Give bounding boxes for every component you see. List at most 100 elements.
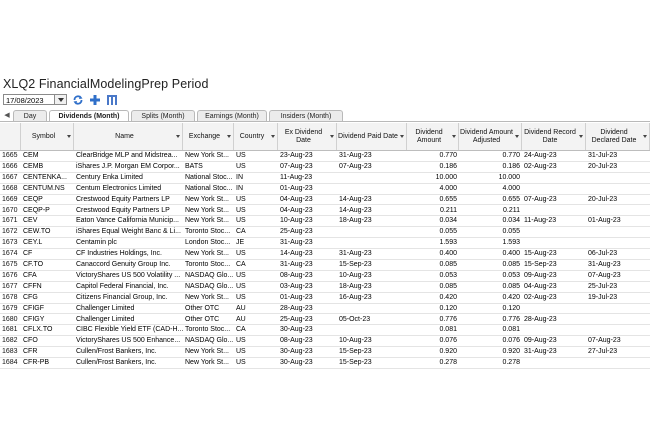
- filter-dropdown-icon[interactable]: [400, 135, 404, 138]
- column-header-exchange[interactable]: Exchange: [183, 123, 234, 150]
- cell-dividend-record-date: [522, 227, 586, 237]
- cell-row-number: 1683: [2, 348, 18, 356]
- cell-ex-dividend-date: 31-Aug-23: [280, 239, 313, 247]
- filter-dropdown-icon[interactable]: [452, 135, 456, 138]
- cell-dividend-amount: 0.053: [439, 271, 457, 279]
- table-row[interactable]: 1672 CEW.TO iShares Equal Weight Banc & Li…: [0, 227, 650, 239]
- column-header-symbol[interactable]: Symbol: [21, 123, 74, 150]
- cell-exchange: New York St...: [185, 359, 229, 367]
- refresh-icon[interactable]: [72, 94, 84, 106]
- table-row[interactable]: 1684 CFR-PB Cullen/Frost Bankers, Inc. New …: [0, 358, 650, 369]
- date-input[interactable]: 17/08/2023: [3, 94, 55, 105]
- tab-earnings-month[interactable]: Earnings (Month): [197, 110, 267, 121]
- cell-dividend-declared-date: 27-Jul-23: [588, 348, 618, 356]
- column-header-dividend-amount-adjusted[interactable]: Dividend Amount Adjusted: [459, 123, 522, 150]
- table-row[interactable]: 1678 CFG Citizens Financial Group, Inc. New…: [0, 293, 650, 304]
- cell-row-number: 1684: [2, 359, 18, 367]
- calendar-dropdown-icon[interactable]: [55, 94, 67, 105]
- cell-symbol: CFFN: [23, 282, 42, 290]
- filter-dropdown-icon[interactable]: [227, 135, 231, 138]
- cell-ex-dividend-date: 01-Aug-23: [280, 184, 313, 192]
- column-header-dividend-amount[interactable]: Dividend Amount: [407, 123, 459, 150]
- cell-row-number: 1673: [2, 239, 18, 247]
- cell-dividend-declared-date: 31-Aug-23: [588, 261, 621, 268]
- table-row[interactable]: 1680 CFIGY Challenger Limited Other OTC AU 25…: [0, 315, 650, 326]
- cell-dividend-declared-date: 07-Aug-23: [588, 337, 621, 345]
- cell-dividend-amount-adjusted: 10.000: [498, 173, 520, 181]
- tab-insiders-month[interactable]: Insiders (Month): [269, 110, 343, 121]
- column-header-label: Country: [239, 132, 265, 140]
- cell-symbol: CF.TO: [23, 261, 44, 268]
- cell-dividend-paid-date: 31-Aug-23: [339, 250, 372, 258]
- filter-dropdown-icon[interactable]: [579, 135, 583, 138]
- table-row[interactable]: 1679 CFIGF Challenger Limited Other OTC AU 28…: [0, 304, 650, 315]
- cell-country: US: [236, 359, 246, 367]
- filter-dropdown-icon[interactable]: [271, 135, 275, 138]
- cell-dividend-declared-date: [586, 304, 650, 314]
- cell-country: IN: [236, 173, 243, 181]
- column-header-country[interactable]: Country: [234, 123, 278, 150]
- table-row[interactable]: 1683 CFR Cullen/Frost Bankers, Inc. New Yor…: [0, 347, 650, 359]
- cell-symbol: CENTUM.NS: [23, 184, 65, 192]
- cell-exchange: New York St...: [185, 206, 229, 214]
- cell-country: JE: [236, 239, 245, 247]
- cell-dividend-paid-date: 18-Aug-23: [339, 217, 372, 225]
- add-icon[interactable]: [89, 94, 101, 106]
- table-row[interactable]: 1676 CFA VictoryShares US 500 Volatility .…: [0, 271, 650, 282]
- filter-dropdown-icon[interactable]: [515, 135, 519, 138]
- cell-dividend-amount: 0.076: [439, 337, 457, 345]
- cell-dividend-paid-date: 05-Oct-23: [339, 315, 371, 323]
- table-row[interactable]: 1677 CFFN Capitol Federal Financial, Inc. N…: [0, 282, 650, 293]
- cell-row-number: 1677: [2, 282, 18, 290]
- table-row[interactable]: 1667 CENTENKA... Century Enka Limited Natio…: [0, 173, 650, 184]
- tab-day[interactable]: Day: [13, 110, 47, 121]
- table-row[interactable]: 1670 CEQP-P Crestwood Equity Partners LP Ne…: [0, 206, 650, 217]
- table-row[interactable]: 1681 CFLX.TO CIBC Flexible Yield ETF (CAD-…: [0, 325, 650, 337]
- table-row[interactable]: 1675 CF.TO Canaccord Genuity Group Inc. Tor…: [0, 260, 650, 271]
- cell-name: Century Enka Limited: [76, 173, 143, 181]
- column-header-row-number[interactable]: [0, 123, 21, 150]
- cell-symbol: CEY.L: [23, 239, 43, 247]
- column-header-name[interactable]: Name: [74, 123, 183, 150]
- cell-symbol: CFO: [23, 337, 38, 345]
- cell-dividend-amount-adjusted: 0.085: [502, 282, 520, 290]
- table-row[interactable]: 1671 CEV Eaton Vance California Municip...…: [0, 216, 650, 228]
- cell-dividend-declared-date: 06-Jul-23: [588, 250, 618, 258]
- cell-dividend-amount-adjusted: 0.085: [502, 261, 520, 268]
- cell-dividend-amount: 0.085: [439, 261, 457, 268]
- table-row[interactable]: 1666 CEMB iShares J.P. Morgan EM Corpor...…: [0, 162, 650, 173]
- grid-header: Symbol Name Exchange Country Ex Dividend Dat…: [0, 123, 650, 151]
- cell-dividend-paid-date: 14-Aug-23: [339, 206, 372, 214]
- cell-dividend-declared-date: 31-Jul-23: [588, 152, 618, 159]
- table-row[interactable]: 1682 CFO VictoryShares US 500 Enhance... NA…: [0, 336, 650, 348]
- cell-symbol: CFR-PB: [23, 359, 50, 367]
- filter-dropdown-icon[interactable]: [330, 135, 334, 138]
- cell-dividend-paid-date: 15-Sep-23: [339, 261, 372, 268]
- cell-name: VictoryShares US 500 Enhance...: [76, 337, 181, 345]
- column-header-ex-dividend-date[interactable]: Ex Dividend Date: [278, 123, 337, 150]
- cell-dividend-amount-adjusted: 0.655: [502, 195, 520, 203]
- columns-icon[interactable]: [106, 94, 118, 106]
- column-header-dividend-paid-date[interactable]: Dividend Paid Date: [337, 123, 407, 150]
- table-row[interactable]: 1665 CEM ClearBridge MLP and Midstrea... Ne…: [0, 151, 650, 162]
- table-row[interactable]: 1674 CF CF Industries Holdings, Inc. New Yo…: [0, 249, 650, 260]
- filter-dropdown-icon[interactable]: [67, 135, 71, 138]
- cell-dividend-declared-date: [586, 227, 650, 237]
- table-row[interactable]: 1669 CEQP Crestwood Equity Partners LP New …: [0, 195, 650, 206]
- tab-splits-month[interactable]: Splits (Month): [131, 110, 195, 121]
- column-header-dividend-declared-date[interactable]: Dividend Declared Date: [586, 123, 650, 150]
- cell-dividend-record-date: 15-Sep-23: [524, 261, 557, 268]
- cell-dividend-record-date: 11-Aug-23: [524, 217, 557, 225]
- cell-dividend-amount: 10.000: [435, 173, 457, 181]
- column-header-dividend-record-date[interactable]: Dividend Record Date: [522, 123, 586, 150]
- table-row[interactable]: 1673 CEY.L Centamin plc London Stoc... JE 31-…: [0, 238, 650, 250]
- cell-dividend-amount: 0.770: [439, 152, 457, 159]
- cell-dividend-paid-date: 14-Aug-23: [339, 195, 372, 203]
- cell-dividend-record-date: 09-Aug-23: [524, 271, 557, 279]
- cell-dividend-record-date: [522, 325, 586, 335]
- cell-row-number: 1667: [2, 173, 18, 181]
- filter-dropdown-icon[interactable]: [643, 135, 647, 138]
- table-row[interactable]: 1668 CENTUM.NS Centum Electronics Limited N…: [0, 184, 650, 195]
- cell-exchange: BATS: [185, 162, 203, 170]
- filter-dropdown-icon[interactable]: [176, 135, 180, 138]
